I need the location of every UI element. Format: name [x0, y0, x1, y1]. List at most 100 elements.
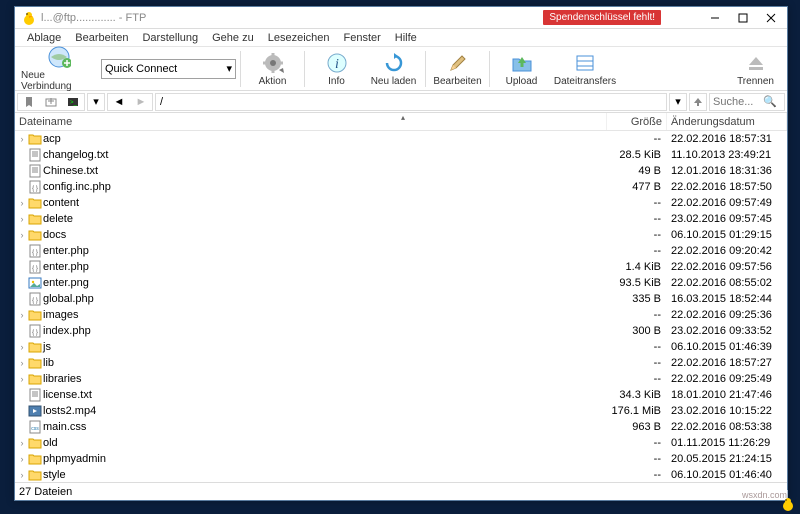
file-size: -- [607, 341, 667, 353]
table-row[interactable]: ›libraries--22.02.2016 09:25:49 [15, 371, 787, 387]
menu-fenster[interactable]: Fenster [338, 31, 387, 45]
folder-icon [28, 372, 42, 386]
transfers-label: Dateitransfers [554, 76, 616, 87]
terminal-icon[interactable]: >_ [62, 94, 84, 110]
file-date: 22.02.2016 09:25:49 [667, 373, 787, 385]
edit-button[interactable]: Bearbeiten [430, 49, 485, 89]
donation-warning[interactable]: Spendenschlüssel fehlt! [543, 10, 661, 25]
table-row[interactable]: Chinese.txt49 B12.01.2016 18:31:36 [15, 163, 787, 179]
svg-text:{ }: { } [32, 298, 38, 304]
file-size: 34.3 KiB [607, 389, 667, 401]
search-input[interactable] [710, 96, 762, 108]
table-row[interactable]: ›delete--23.02.2016 09:57:45 [15, 211, 787, 227]
image-file-icon [28, 276, 42, 290]
table-row[interactable]: { }index.php300 B23.02.2016 09:33:52 [15, 323, 787, 339]
table-row[interactable]: license.txt34.3 KiB18.01.2010 21:47:46 [15, 387, 787, 403]
expander-icon[interactable]: › [17, 358, 27, 368]
table-row[interactable]: ›images--22.02.2016 09:25:36 [15, 307, 787, 323]
file-grid[interactable]: Dateiname Größe Änderungsdatum ▴ ›acp--2… [15, 113, 787, 482]
table-row[interactable]: ›content--22.02.2016 09:57:49 [15, 195, 787, 211]
code-file-icon: { } [28, 180, 42, 194]
file-name: Chinese.txt [43, 165, 98, 177]
menu-gehe zu[interactable]: Gehe zu [206, 31, 260, 45]
disconnect-button[interactable]: Trennen [728, 49, 783, 89]
expander-icon[interactable]: › [17, 310, 27, 320]
expander-icon[interactable]: › [17, 438, 27, 448]
table-row[interactable]: ›phpmyadmin--20.05.2015 21:24:15 [15, 451, 787, 467]
file-size: 176.1 MiB [607, 405, 667, 417]
expander-icon[interactable]: › [17, 214, 27, 224]
search-icon: 🔍 [762, 95, 778, 108]
transfers-icon [573, 51, 597, 75]
file-name: changelog.txt [43, 149, 108, 161]
table-row[interactable]: ›lib--22.02.2016 18:57:27 [15, 355, 787, 371]
action-button[interactable]: Aktion [245, 49, 300, 89]
upload-button[interactable]: Upload [494, 49, 549, 89]
expander-icon[interactable]: › [17, 454, 27, 464]
file-date: 23.02.2016 09:57:45 [667, 213, 787, 225]
file-date: 22.02.2016 18:57:27 [667, 357, 787, 369]
reload-button[interactable]: Neu laden [366, 49, 421, 89]
new-connection-label: Neue Verbindung [21, 70, 97, 92]
bookmark-icon[interactable] [18, 94, 40, 110]
minimize-button[interactable] [701, 8, 729, 28]
up-button[interactable] [689, 93, 707, 111]
table-row[interactable]: ›style--06.10.2015 01:46:40 [15, 467, 787, 482]
file-name: images [43, 309, 78, 321]
table-row[interactable]: ›js--06.10.2015 01:46:39 [15, 339, 787, 355]
quick-connect-dropdown[interactable]: Quick Connect ▾ [101, 59, 236, 79]
table-row[interactable]: { }enter.php1.4 KiB22.02.2016 09:57:56 [15, 259, 787, 275]
table-row[interactable]: { }config.inc.php477 B22.02.2016 18:57:5… [15, 179, 787, 195]
text-file-icon [28, 388, 42, 402]
video-file-icon [28, 404, 42, 418]
transfers-button[interactable]: Dateitransfers [551, 49, 619, 89]
file-date: 12.01.2016 18:31:36 [667, 165, 787, 177]
table-row[interactable]: changelog.txt28.5 KiB11.10.2013 23:49:21 [15, 147, 787, 163]
file-name: phpmyadmin [43, 453, 106, 465]
info-button[interactable]: i Info [309, 49, 364, 89]
statusbar: 27 Dateien [15, 482, 787, 500]
globe-plus-icon [47, 45, 71, 69]
close-button[interactable] [757, 8, 785, 28]
code-file-icon: { } [28, 260, 42, 274]
expander-icon[interactable]: › [17, 342, 27, 352]
table-row[interactable]: { }global.php335 B16.03.2015 18:52:44 [15, 291, 787, 307]
new-connection-button[interactable]: Neue Verbindung [19, 43, 99, 94]
expander-icon[interactable]: › [17, 230, 27, 240]
path-dropdown[interactable]: ▾ [669, 93, 687, 111]
table-row[interactable]: losts2.mp4176.1 MiB23.02.2016 10:15:22 [15, 403, 787, 419]
svg-text:{ }: { } [32, 266, 38, 272]
ftp-window: l...@ftp............. - FTP Spendenschlü… [14, 6, 788, 501]
file-date: 22.02.2016 09:25:36 [667, 309, 787, 321]
table-row[interactable]: cssmain.css963 B22.02.2016 08:53:38 [15, 419, 787, 435]
column-size[interactable]: Größe [607, 113, 667, 130]
table-row[interactable]: { }enter.php--22.02.2016 09:20:42 [15, 243, 787, 259]
menu-darstellung[interactable]: Darstellung [136, 31, 204, 45]
table-row[interactable]: ›docs--06.10.2015 01:29:15 [15, 227, 787, 243]
table-row[interactable]: enter.png93.5 KiB22.02.2016 08:55:02 [15, 275, 787, 291]
history-dropdown[interactable]: ▾ [87, 93, 105, 111]
file-name: acp [43, 133, 61, 145]
folder-icon [28, 436, 42, 450]
path-input[interactable] [155, 93, 667, 111]
gear-icon [261, 51, 285, 75]
expander-icon[interactable]: › [17, 470, 27, 480]
expander-icon[interactable]: › [17, 198, 27, 208]
table-row[interactable]: ›acp--22.02.2016 18:57:31 [15, 131, 787, 147]
file-date: 06.10.2015 01:46:39 [667, 341, 787, 353]
expander-icon[interactable]: › [17, 134, 27, 144]
search-box[interactable]: 🔍 [709, 93, 785, 111]
column-date[interactable]: Änderungsdatum [667, 113, 787, 130]
quick-connect-label: Quick Connect [105, 63, 177, 75]
table-row[interactable]: ›old--01.11.2015 11:26:29 [15, 435, 787, 451]
titlebar[interactable]: l...@ftp............. - FTP Spendenschlü… [15, 7, 787, 29]
menu-hilfe[interactable]: Hilfe [389, 31, 423, 45]
expander-icon[interactable]: › [17, 374, 27, 384]
new-folder-icon[interactable] [40, 94, 62, 110]
back-button[interactable]: ◄ [108, 94, 130, 110]
forward-button[interactable]: ► [130, 94, 152, 110]
menu-lesezeichen[interactable]: Lesezeichen [262, 31, 336, 45]
maximize-button[interactable] [729, 8, 757, 28]
column-name[interactable]: Dateiname [15, 113, 607, 130]
file-date: 01.11.2015 11:26:29 [667, 437, 787, 449]
